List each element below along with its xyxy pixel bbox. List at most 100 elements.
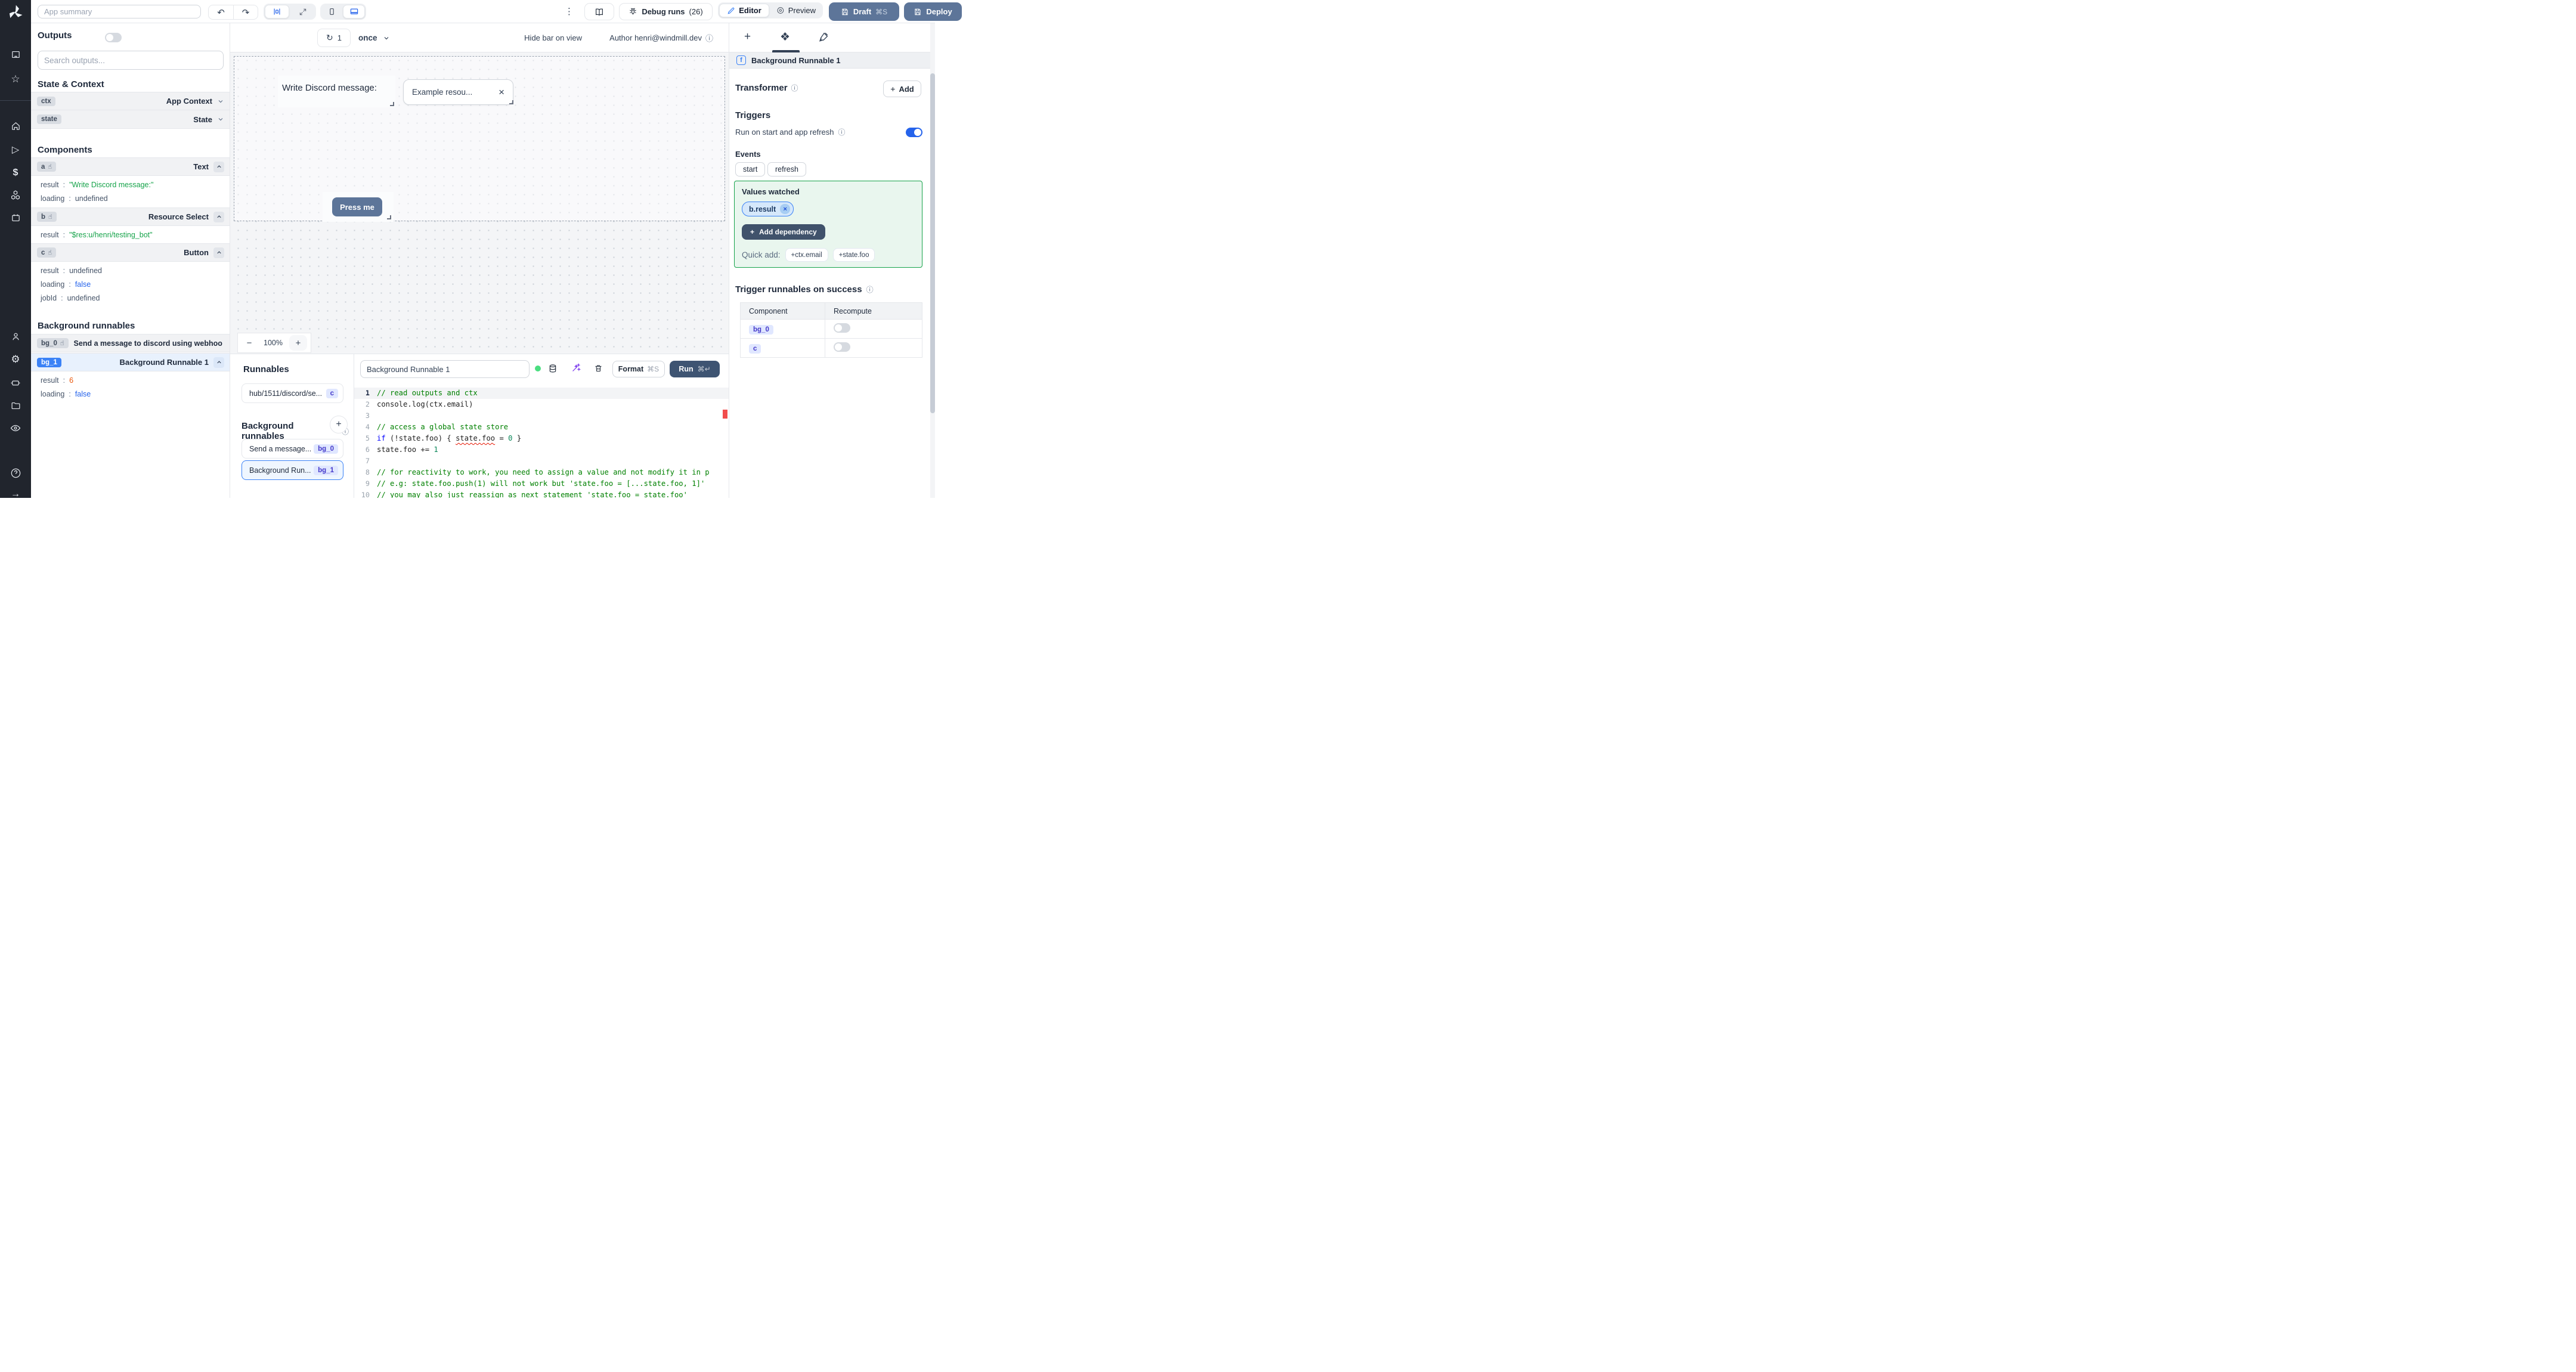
tab-insert-component[interactable]: + — [744, 30, 751, 44]
collapse-c-button[interactable] — [213, 247, 224, 258]
zoom-out-button[interactable]: − — [242, 338, 257, 348]
remove-dependency-icon[interactable]: × — [780, 204, 791, 214]
windmill-logo[interactable] — [7, 4, 24, 21]
code-line[interactable]: 10// you may also just reassign as next … — [354, 490, 729, 498]
tab-component-settings[interactable]: ❖ — [780, 30, 790, 44]
app-summary-input[interactable] — [38, 5, 201, 18]
dependency-chip[interactable]: b.result × — [742, 202, 794, 216]
collapse-b-button[interactable] — [213, 211, 224, 222]
collapse-a-button[interactable] — [213, 161, 224, 172]
runnable-item-bg1-selected[interactable]: Background Run... bg_1 — [242, 460, 343, 480]
zoom-in-button[interactable]: + — [289, 335, 307, 351]
search-outputs-input[interactable] — [38, 51, 224, 70]
runnable-item-bg0[interactable]: Send a message... bg_0 — [242, 439, 343, 459]
info-icon[interactable]: ⓘ — [866, 284, 874, 295]
resize-handle[interactable] — [387, 215, 391, 219]
recompute-bg0-toggle[interactable] — [834, 323, 850, 333]
event-chip-refresh[interactable]: refresh — [767, 162, 806, 176]
code-line[interactable]: 8// for reactivity to work, you need to … — [354, 467, 729, 478]
schedules-icon[interactable] — [0, 209, 31, 227]
run-on-start-toggle[interactable] — [906, 128, 922, 137]
add-transformer-button[interactable]: + Add — [883, 80, 921, 97]
component-row-a[interactable]: a ☝ Text — [31, 157, 230, 176]
resize-handle[interactable] — [509, 100, 513, 104]
info-icon[interactable]: ⓘ — [791, 83, 798, 93]
resize-handle[interactable] — [390, 102, 394, 106]
hide-bar-toggle[interactable] — [105, 33, 122, 42]
chevron-down-icon[interactable] — [217, 116, 224, 123]
clear-selection-icon[interactable]: × — [499, 86, 504, 98]
ai-wand-icon[interactable] — [571, 363, 581, 373]
tab-preview[interactable]: Preview — [770, 4, 822, 17]
debug-runs-button[interactable]: Debug runs (26) — [619, 3, 713, 20]
press-me-button[interactable]: Press me — [332, 197, 382, 216]
variables-icon[interactable]: $ — [0, 164, 31, 182]
output-row-ctx[interactable]: ctx App Context — [31, 92, 230, 110]
add-background-runnable-button[interactable]: + — [330, 416, 348, 433]
output-row-state[interactable]: state State — [31, 110, 230, 129]
refresh-count-button[interactable]: ↻ 1 — [317, 29, 351, 47]
format-button[interactable]: Format ⌘S — [612, 361, 665, 377]
desktop-view-button[interactable] — [343, 5, 365, 18]
center-layout-button[interactable] — [265, 5, 289, 18]
help-icon[interactable] — [0, 464, 31, 482]
workspace-icon[interactable] — [0, 45, 31, 63]
fullscreen-layout-button[interactable] — [290, 5, 315, 18]
run-on-start-label: Run on start and app refresh — [735, 128, 834, 137]
code-line[interactable]: 3 — [354, 410, 729, 422]
canvas-text-component[interactable]: Write Discord message: — [278, 76, 395, 107]
home-icon[interactable] — [0, 117, 31, 135]
runs-icon[interactable]: ▷ — [0, 141, 31, 159]
code-line[interactable]: 4// access a global state store — [354, 422, 729, 433]
settings-gear-icon[interactable]: ⚙ — [0, 351, 31, 368]
app-canvas[interactable]: Write Discord message: Example resou... … — [230, 52, 729, 354]
tab-styling[interactable] — [818, 32, 829, 42]
resources-icon[interactable] — [0, 186, 31, 204]
add-dependency-button[interactable]: + Add dependency — [742, 224, 825, 240]
undo-button[interactable]: ↶ — [209, 5, 233, 19]
quick-add-state-foo[interactable]: +state.foo — [832, 248, 875, 262]
runnable-item-hub[interactable]: hub/1511/discord/se... c — [242, 383, 343, 403]
canvas-button-cell[interactable]: Press me — [323, 192, 394, 222]
scrollbar-thumb[interactable] — [930, 73, 935, 413]
code-line[interactable]: 5 if (!state.foo) { state.foo = 0 } — [354, 433, 729, 444]
redo-button[interactable]: ↷ — [233, 5, 258, 19]
chevron-down-icon[interactable] — [217, 98, 224, 105]
recompute-c-toggle[interactable] — [834, 342, 850, 352]
delete-trash-icon[interactable] — [594, 363, 603, 373]
event-chip-start[interactable]: start — [735, 162, 766, 176]
code-line[interactable]: 2 console.log(ctx.email) — [354, 399, 729, 410]
component-row-c[interactable]: c ☝ Button — [31, 243, 230, 262]
deploy-button[interactable]: Deploy — [904, 2, 962, 21]
mobile-view-button[interactable] — [321, 5, 342, 18]
audit-eye-icon[interactable] — [0, 419, 31, 437]
folders-icon[interactable] — [0, 397, 31, 414]
canvas-resource-select[interactable]: Example resou... × — [403, 79, 513, 105]
workers-robot-icon[interactable] — [0, 374, 31, 392]
collapse-bg1-button[interactable] — [213, 357, 224, 368]
code-line[interactable]: 7 — [354, 456, 729, 467]
collapse-sidebar-icon[interactable]: → — [0, 485, 31, 503]
cache-database-icon[interactable] — [548, 363, 558, 374]
code-line[interactable]: 1// read outputs and ctx — [354, 388, 729, 399]
runnable-name-input[interactable] — [360, 360, 530, 378]
code-editor[interactable]: 1// read outputs and ctx 2 console.log(ctx… — [354, 385, 729, 498]
info-icon[interactable]: ⓘ — [705, 32, 713, 44]
draft-button[interactable]: Draft ⌘S — [829, 2, 899, 21]
tab-editor[interactable]: Editor — [719, 4, 769, 17]
component-row-b[interactable]: b ☝ Resource Select — [31, 207, 230, 226]
runnable-row-bg1-selected[interactable]: bg_1 Background Runnable 1 — [31, 353, 230, 371]
code-line[interactable]: 6 state.foo += 1 — [354, 444, 729, 456]
kebab-menu-button[interactable]: ⋮ — [565, 5, 574, 17]
code-line[interactable]: 9// e.g: state.foo.push(1) will not work… — [354, 478, 729, 490]
c-result-row: result: undefined — [41, 266, 102, 275]
quick-add-ctx-email[interactable]: +ctx.email — [785, 248, 828, 262]
favorites-icon[interactable]: ☆ — [0, 70, 31, 88]
users-icon[interactable] — [0, 327, 31, 345]
run-button[interactable]: Run ⌘↵ — [670, 361, 720, 377]
runnable-row-bg0[interactable]: bg_0 ☝ Send a message to discord using we… — [31, 334, 230, 352]
scrollbar-track[interactable] — [930, 23, 935, 498]
refresh-mode-dropdown[interactable]: once — [358, 29, 390, 47]
info-icon[interactable]: ⓘ — [838, 127, 846, 137]
docs-button[interactable] — [584, 3, 614, 20]
